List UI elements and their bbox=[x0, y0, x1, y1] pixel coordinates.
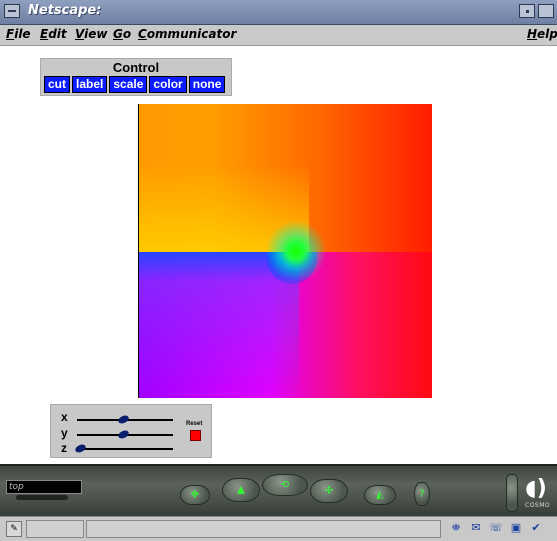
security-lock-icon[interactable]: ✎ bbox=[6, 521, 22, 537]
color-button[interactable]: color bbox=[149, 76, 187, 93]
title-bar: Netscape: bbox=[0, 0, 557, 25]
y-label: y bbox=[61, 426, 68, 440]
composer-icon[interactable]: ▣ bbox=[508, 520, 524, 536]
y-slider-track[interactable] bbox=[77, 429, 173, 440]
pan-button[interactable]: ✥ bbox=[180, 485, 210, 505]
menu-file[interactable]: File bbox=[6, 27, 31, 41]
x-slider-knob[interactable] bbox=[117, 414, 131, 425]
navigator-icon[interactable]: ⛯ bbox=[448, 520, 464, 536]
cosmo-dashboard: top ✥ ▲ ⟲ ✣ ◭ ? ◖) COSMO bbox=[0, 464, 557, 518]
thumbwheel[interactable] bbox=[506, 474, 518, 512]
cosmo-brand: COSMO bbox=[525, 502, 551, 509]
control-title: Control bbox=[112, 60, 160, 75]
page-content: Control cut label scale color none x y z… bbox=[0, 46, 557, 464]
control-button-row: cut label scale color none bbox=[44, 76, 226, 93]
window-menu-button[interactable] bbox=[4, 4, 20, 18]
minimize-button[interactable] bbox=[519, 4, 535, 18]
cut-button[interactable]: cut bbox=[44, 76, 70, 93]
menu-edit[interactable]: Edit bbox=[40, 27, 67, 41]
seek-button[interactable]: ◭ bbox=[364, 485, 396, 505]
window-title: Netscape: bbox=[28, 3, 102, 18]
menu-bar: File Edit View Go Communicator Help bbox=[0, 25, 557, 46]
pan-icon: ✥ bbox=[190, 489, 200, 501]
maximize-button[interactable] bbox=[538, 4, 554, 18]
control-panel: Control cut label scale color none bbox=[40, 58, 232, 96]
cosmo-logo-icon: ◖) bbox=[525, 476, 547, 501]
center-green-glow bbox=[266, 221, 326, 281]
status-message bbox=[86, 520, 441, 538]
slider-panel: x y z Reset bbox=[50, 404, 212, 458]
fly-button[interactable]: ✣ bbox=[310, 479, 348, 503]
menu-help[interactable]: Help bbox=[527, 27, 557, 41]
viewpoint-groove bbox=[16, 495, 68, 500]
rotate-button[interactable]: ⟲ bbox=[262, 474, 308, 496]
z-slider-track[interactable] bbox=[74, 443, 173, 454]
x-slider-track[interactable] bbox=[77, 414, 173, 425]
vrml-color-wheel-view[interactable] bbox=[138, 104, 432, 398]
menu-go[interactable]: Go bbox=[113, 27, 131, 41]
status-bar: ✎ ⛯ ✉ ☏ ▣ ✔ bbox=[0, 516, 557, 541]
z-slider-knob[interactable] bbox=[74, 443, 87, 454]
viewpoint-field[interactable]: top bbox=[6, 480, 82, 494]
walk-icon: ▲ bbox=[237, 484, 245, 496]
z-label: z bbox=[61, 441, 67, 455]
menu-view[interactable]: View bbox=[75, 27, 107, 41]
walk-button[interactable]: ▲ bbox=[222, 478, 260, 502]
gravity-icon: ? bbox=[419, 488, 425, 500]
reset-button[interactable] bbox=[190, 430, 201, 441]
progress-field bbox=[26, 520, 84, 538]
seek-icon: ◭ bbox=[376, 489, 384, 501]
checkmark-icon[interactable]: ✔ bbox=[528, 520, 544, 536]
rotate-icon: ⟲ bbox=[280, 479, 290, 491]
gravity-button[interactable]: ? bbox=[414, 482, 430, 506]
menu-communicator[interactable]: Communicator bbox=[138, 27, 236, 41]
fly-icon: ✣ bbox=[324, 485, 334, 497]
component-bar: ⛯ ✉ ☏ ▣ ✔ bbox=[448, 520, 544, 536]
none-button[interactable]: none bbox=[188, 76, 226, 93]
discussion-icon[interactable]: ☏ bbox=[488, 520, 504, 536]
scale-button[interactable]: scale bbox=[109, 76, 148, 93]
label-button[interactable]: label bbox=[72, 76, 108, 93]
mail-icon[interactable]: ✉ bbox=[468, 520, 484, 536]
y-slider-knob[interactable] bbox=[117, 429, 131, 440]
x-label: x bbox=[61, 410, 68, 424]
reset-label: Reset bbox=[186, 421, 203, 427]
